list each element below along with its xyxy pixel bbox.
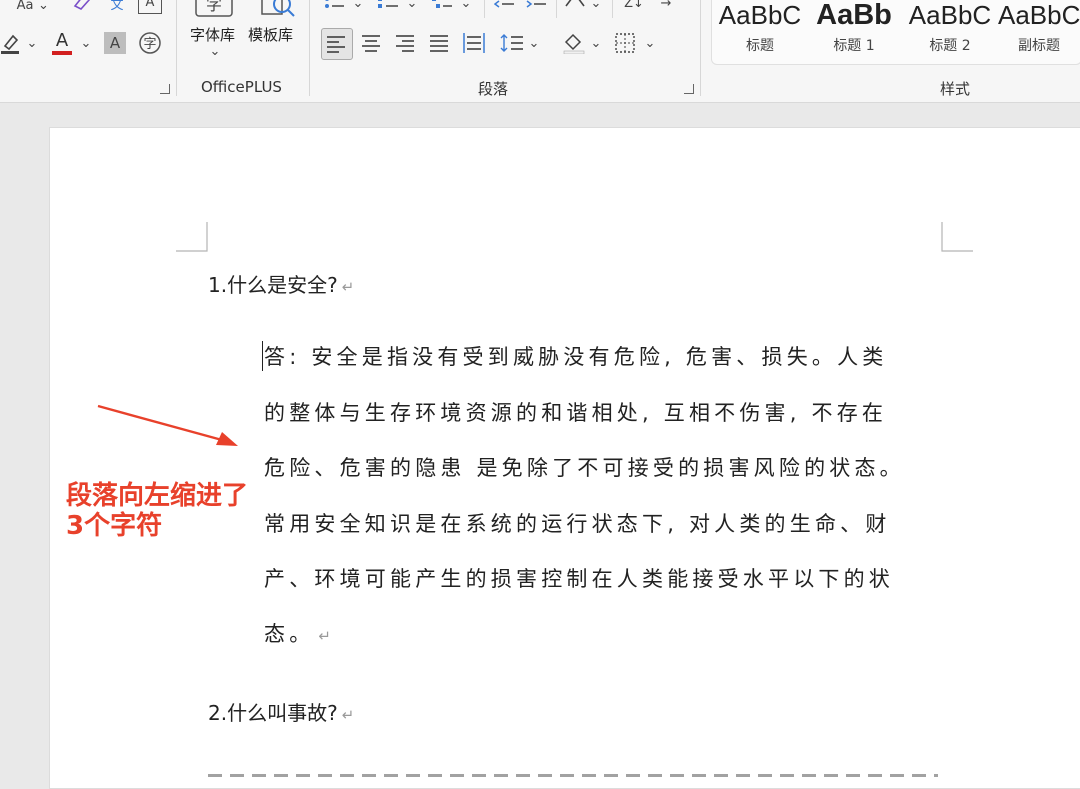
answer-1-end-text: 态。	[264, 622, 315, 646]
enclose-char-icon[interactable]: 字	[138, 31, 162, 60]
borders-icon[interactable]	[614, 33, 636, 58]
dropdown-arrow-icon[interactable]: ⌄	[352, 0, 364, 14]
separator	[309, 0, 310, 96]
shading-icon[interactable]	[562, 32, 586, 59]
dropdown-arrow-icon[interactable]: ⌄	[644, 34, 656, 54]
change-case-button[interactable]: Aa	[8, 0, 42, 16]
question-1[interactable]: 1.什么是安全? ↵	[208, 269, 354, 298]
numbering-icon[interactable]	[378, 0, 400, 14]
paragraph-mark: ↵	[341, 706, 355, 724]
svg-text:A: A	[56, 30, 69, 51]
sort-icon[interactable]: Z↓	[622, 0, 646, 14]
dropdown-arrow-icon[interactable]: ⌄	[528, 34, 540, 54]
dropdown-arrow-icon[interactable]: ⌄	[208, 42, 222, 62]
separator	[612, 0, 613, 18]
svg-text:字: 字	[143, 37, 156, 52]
font-color-icon[interactable]: A	[50, 30, 74, 61]
ribbon: Aa ⌄ 文 A ⌄ A ⌄ A 字 字 字体库 ⌄ 模板库 OfficePLU…	[0, 0, 1080, 103]
annotation-text: 段落向左缩进了 3个字符	[66, 481, 248, 541]
margin-corner-left	[176, 222, 208, 252]
align-left-button[interactable]	[321, 28, 353, 60]
dropdown-arrow-icon[interactable]: ⌄	[460, 0, 472, 14]
svg-text:字: 字	[206, 0, 222, 14]
phonetic-guide-icon[interactable]: 文	[108, 0, 126, 16]
group-label-styles: 样式	[940, 80, 971, 98]
text-cursor	[262, 341, 263, 371]
dropdown-arrow-icon[interactable]: ⌄	[406, 0, 418, 14]
question-2[interactable]: 2.什么叫事故? ↵	[208, 697, 354, 726]
margin-corner-right	[941, 222, 973, 252]
distributed-button[interactable]	[462, 33, 486, 58]
cutoff-next-line	[208, 770, 938, 777]
decrease-indent-icon[interactable]	[493, 0, 516, 14]
line-spacing-icon[interactable]	[500, 33, 524, 58]
answer-1-last-line[interactable]: 态。 ↵	[264, 618, 335, 648]
align-right-button[interactable]	[394, 34, 416, 57]
char-shading-icon[interactable]: A	[104, 32, 126, 54]
annotation-line-1: 段落向左缩进了	[66, 481, 249, 511]
separator	[556, 0, 557, 18]
bullets-icon[interactable]	[324, 0, 346, 14]
paragraph-mark: ↵	[318, 627, 336, 645]
multilevel-list-icon[interactable]	[432, 0, 454, 14]
dropdown-arrow-icon[interactable]: ⌄	[26, 34, 38, 54]
dropdown-arrow-icon[interactable]: ⌄	[80, 34, 92, 54]
show-marks-icon[interactable]: →	[656, 0, 676, 14]
annotation-arrow-icon	[97, 404, 238, 446]
answer-1-line[interactable]: 的整体与生存环境资源的和谐相处, 互相不伤害, 不存在	[264, 397, 887, 427]
char-border-icon[interactable]: A	[138, 0, 162, 14]
answer-1-line[interactable]: 危险、危害的隐患 是免除了不可接受的损害风险的状态。	[264, 452, 905, 482]
answer-1-line[interactable]: 答: 安全是指没有受到威胁没有危险, 危害、损失。人类	[264, 341, 888, 371]
font-library-icon[interactable]: 字	[194, 0, 234, 18]
question-1-text: 1.什么是安全?	[208, 273, 338, 297]
paragraph-dialog-launcher[interactable]	[684, 84, 694, 94]
template-library-icon[interactable]	[258, 0, 298, 18]
answer-1-line[interactable]: 常用安全知识是在系统的运行状态下, 对人类的生命、财	[264, 508, 891, 538]
separator	[484, 0, 485, 18]
styles-gallery: AaBbC 标题 AaBb 标题 1 AaBbC 标题 2 AaBbC 副标题	[711, 0, 1080, 65]
align-center-button[interactable]	[360, 34, 382, 57]
annotation-line-2: 3个字符	[66, 511, 163, 541]
justify-button[interactable]	[428, 34, 450, 57]
style-heading-2[interactable]: AaBbC 标题 2	[904, 0, 996, 60]
clear-format-icon[interactable]	[72, 0, 94, 15]
group-label-officeplus: OfficePLUS	[201, 78, 282, 96]
dropdown-arrow-icon[interactable]: ⌄	[38, 0, 49, 16]
separator	[700, 0, 701, 96]
style-heading-1[interactable]: AaBb 标题 1	[808, 0, 900, 60]
question-2-text: 2.什么叫事故?	[208, 701, 338, 725]
chinese-layout-icon[interactable]	[564, 0, 586, 13]
increase-indent-icon[interactable]	[526, 0, 548, 14]
dropdown-arrow-icon[interactable]: ⌄	[590, 34, 602, 54]
dropdown-arrow-icon[interactable]: ⌄	[590, 0, 602, 14]
font-dialog-launcher[interactable]	[160, 84, 170, 94]
paragraph-mark: ↵	[341, 278, 355, 296]
group-label-paragraph: 段落	[478, 80, 509, 98]
style-normal-heading[interactable]: AaBbC 标题	[714, 0, 806, 60]
answer-1-line[interactable]: 产、环境可能产生的损害控制在人类能接受水平以下的状	[264, 563, 894, 593]
separator	[176, 0, 177, 96]
template-library-button[interactable]: 模板库	[248, 24, 293, 45]
highlight-icon[interactable]	[0, 32, 22, 59]
style-subtitle[interactable]: AaBbC 副标题	[998, 0, 1080, 60]
